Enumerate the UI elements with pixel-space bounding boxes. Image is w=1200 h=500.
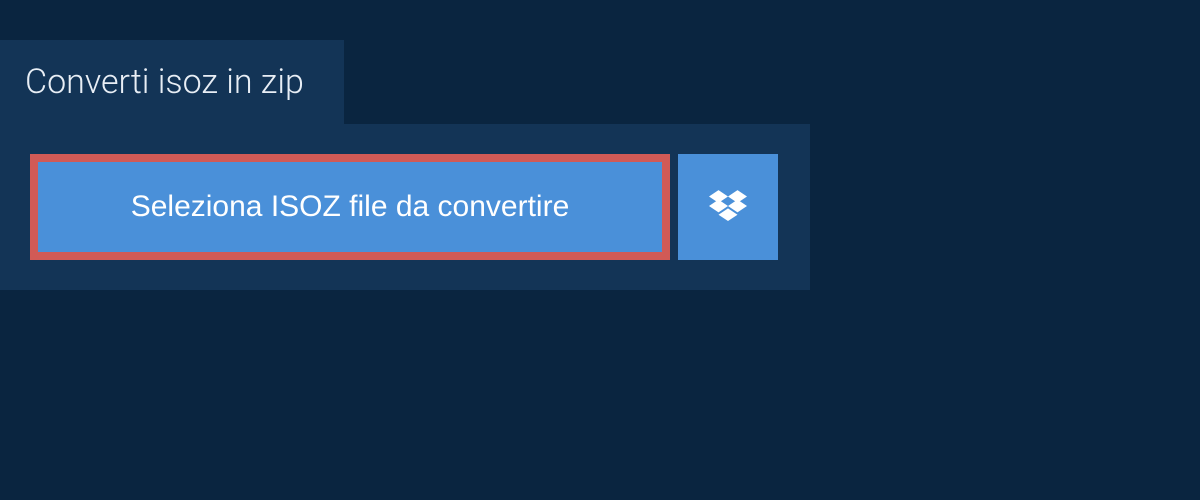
button-row: Seleziona ISOZ file da convertire xyxy=(30,154,780,260)
dropbox-button[interactable] xyxy=(678,154,778,260)
select-file-button[interactable]: Seleziona ISOZ file da convertire xyxy=(30,154,670,260)
content-panel: Seleziona ISOZ file da convertire xyxy=(0,124,810,290)
dropbox-icon xyxy=(709,187,747,228)
select-file-label: Seleziona ISOZ file da convertire xyxy=(131,190,570,224)
page-title: Converti isoz in zip xyxy=(25,62,304,102)
tab-header: Converti isoz in zip xyxy=(0,40,344,124)
